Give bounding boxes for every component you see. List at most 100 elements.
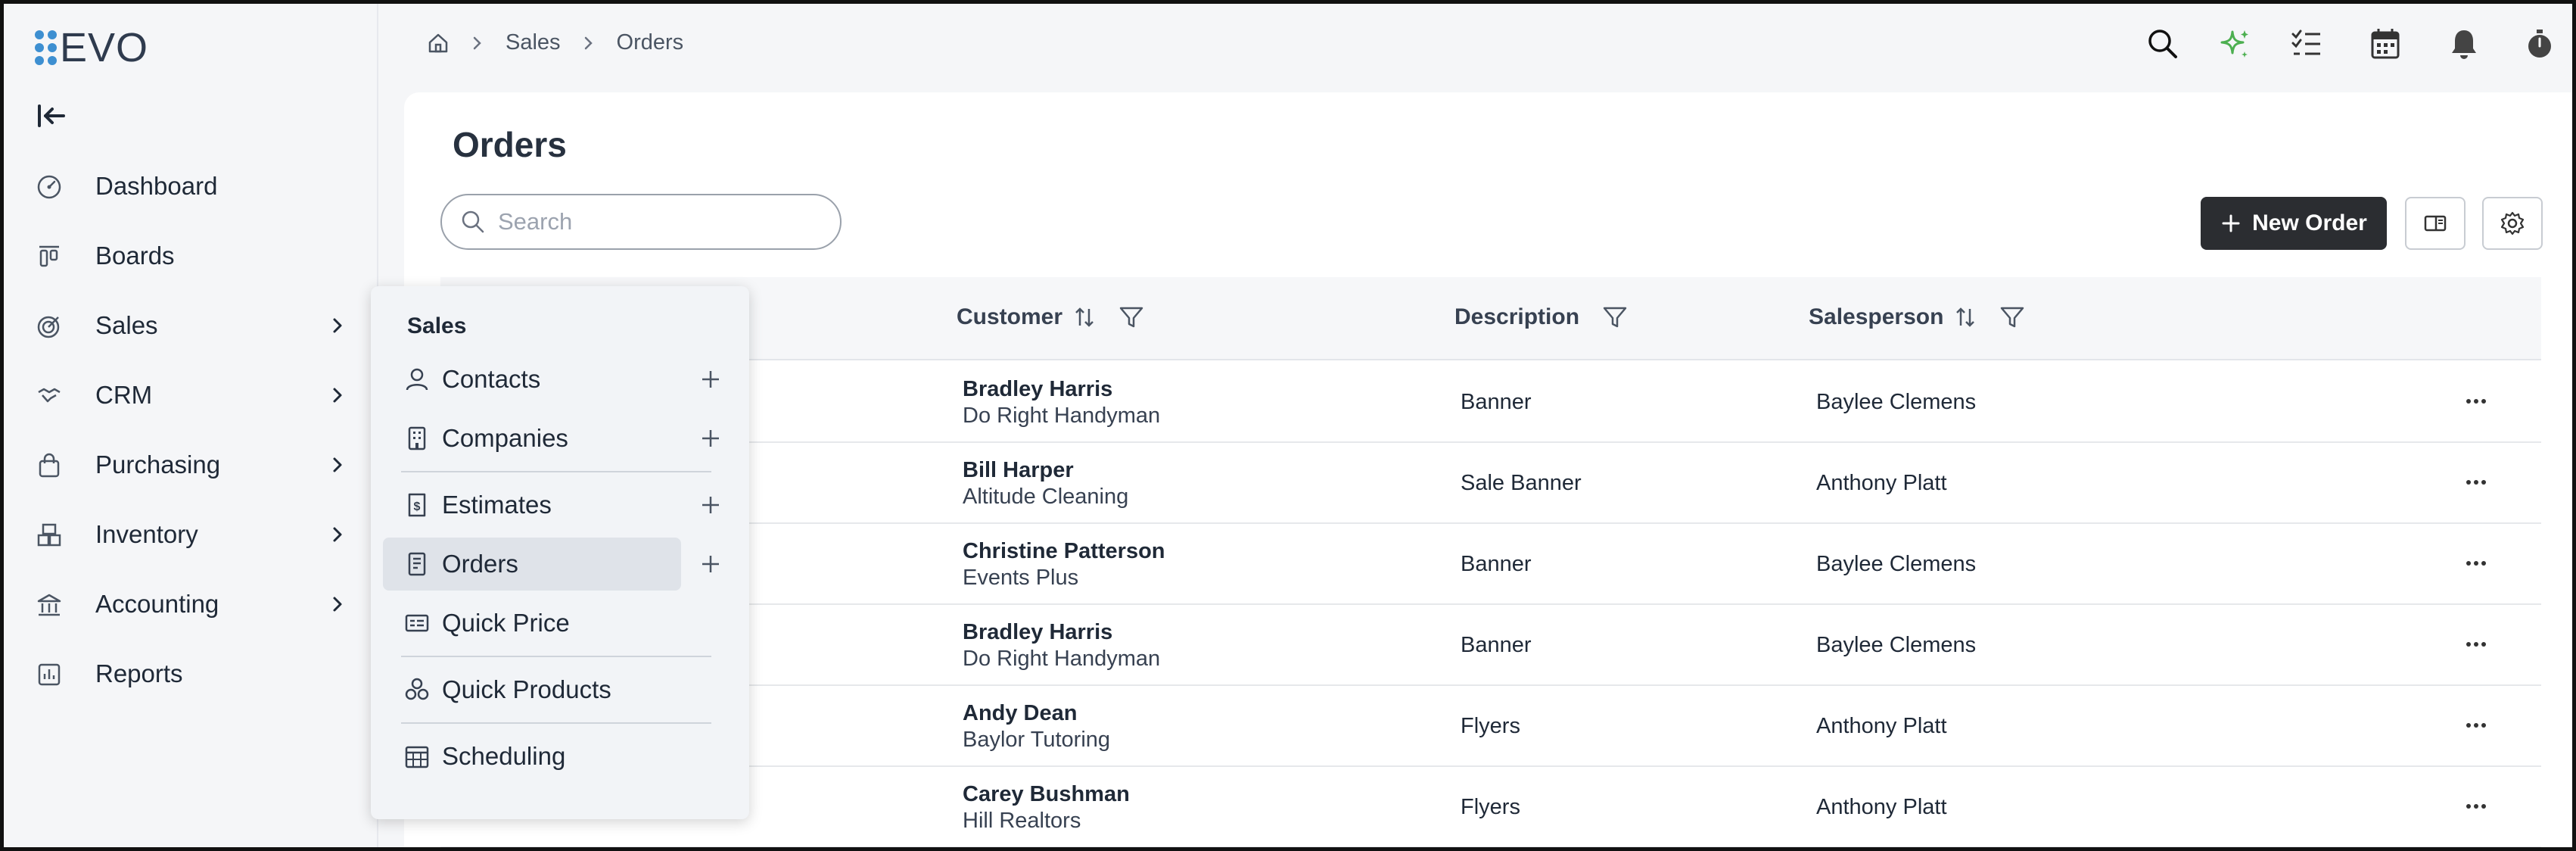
menu-item-quick-price[interactable]: Quick Price bbox=[383, 597, 681, 650]
sidebar-nav: Dashboard Boards Sales CRM Purchasing In… bbox=[0, 151, 378, 709]
salesperson: Baylee Clemens bbox=[1816, 552, 1977, 576]
filter-icon[interactable] bbox=[1118, 305, 1144, 329]
chevron-right-icon bbox=[333, 318, 342, 333]
more-options-icon[interactable] bbox=[2461, 797, 2491, 815]
table-row[interactable]: Carey Bushman Hill Realtors Flyers Antho… bbox=[440, 767, 2541, 848]
menu-item-estimates[interactable]: $ Estimates bbox=[383, 478, 681, 531]
new-order-label: New Order bbox=[2252, 210, 2367, 235]
table-row[interactable]: Bradley Harris Do Right Handyman Banner … bbox=[440, 605, 2541, 686]
filter-icon[interactable] bbox=[1999, 305, 2025, 329]
table-row[interactable]: Andy Dean Baylor Tutoring Flyers Anthony… bbox=[440, 686, 2541, 767]
chevron-right-icon bbox=[584, 36, 593, 49]
sidebar-item-boards[interactable]: Boards bbox=[0, 221, 378, 291]
more-options-icon[interactable] bbox=[2461, 554, 2491, 572]
bank-icon bbox=[37, 594, 61, 616]
sidebar-item-accounting[interactable]: Accounting bbox=[0, 569, 378, 639]
side-panel-icon bbox=[2424, 215, 2447, 232]
menu-item-orders[interactable]: Orders bbox=[383, 538, 681, 591]
app-logo[interactable]: EVO bbox=[35, 27, 148, 68]
column-description[interactable]: Description bbox=[1454, 304, 1628, 330]
salesperson: Anthony Platt bbox=[1816, 714, 1947, 738]
chevron-right-icon bbox=[333, 597, 342, 612]
search-box[interactable] bbox=[440, 194, 842, 250]
flyout-title: Sales bbox=[407, 313, 467, 338]
more-options-icon[interactable] bbox=[2461, 392, 2491, 410]
sort-icon[interactable] bbox=[1954, 306, 1977, 329]
menu-item-contacts[interactable]: Contacts bbox=[383, 353, 681, 406]
home-icon[interactable] bbox=[427, 32, 450, 55]
menu-item-label: Quick Products bbox=[442, 675, 611, 703]
sidebar: EVO Dashboard Boards Sales CRM Purchasin… bbox=[0, 0, 378, 851]
column-salesperson[interactable]: Salesperson bbox=[1809, 304, 2025, 330]
sidebar-item-label: Dashboard bbox=[95, 172, 218, 200]
sales-flyout-menu: Sales Contacts Companies $ Estimates Ord… bbox=[371, 286, 749, 819]
salesperson: Anthony Platt bbox=[1816, 795, 1947, 819]
products-icon bbox=[405, 678, 429, 700]
target-icon bbox=[37, 316, 60, 338]
collapse-sidebar-icon[interactable] bbox=[36, 103, 67, 129]
plus-icon bbox=[2222, 214, 2240, 232]
column-label: Description bbox=[1454, 304, 1580, 329]
menu-item-label: Scheduling bbox=[442, 742, 566, 770]
customer-company: Do Right Handyman bbox=[963, 647, 1161, 671]
building-icon bbox=[408, 426, 426, 450]
table-row[interactable]: Bradley Harris Do Right Handyman Banner … bbox=[440, 362, 2541, 443]
svg-text:$: $ bbox=[414, 500, 421, 513]
sidebar-item-purchasing[interactable]: Purchasing bbox=[0, 430, 378, 500]
sidebar-item-crm[interactable]: CRM bbox=[0, 360, 378, 430]
settings-button[interactable] bbox=[2482, 197, 2543, 250]
customer-company: Baylor Tutoring bbox=[963, 728, 1111, 752]
search-icon[interactable] bbox=[2146, 27, 2179, 61]
more-options-icon[interactable] bbox=[2461, 635, 2491, 653]
top-bar: Sales Orders bbox=[378, 0, 2576, 91]
customer-name: Bradley Harris bbox=[963, 620, 1113, 644]
order-icon bbox=[408, 552, 426, 576]
filter-icon[interactable] bbox=[1602, 305, 1628, 329]
menu-item-label: Orders bbox=[442, 550, 518, 578]
sort-icon[interactable] bbox=[1073, 306, 1096, 329]
chart-icon bbox=[38, 663, 61, 686]
menu-divider bbox=[401, 471, 711, 472]
add-estimate-icon[interactable] bbox=[698, 492, 723, 518]
breadcrumb-sales[interactable]: Sales bbox=[506, 30, 561, 55]
new-order-button[interactable]: New Order bbox=[2201, 197, 2387, 250]
breadcrumb-orders: Orders bbox=[616, 30, 684, 55]
boards-icon bbox=[39, 245, 59, 267]
sidebar-item-dashboard[interactable]: Dashboard bbox=[0, 151, 378, 221]
timer-icon[interactable] bbox=[2525, 27, 2555, 61]
column-customer[interactable]: Customer bbox=[957, 304, 1144, 330]
chevron-right-icon bbox=[473, 36, 481, 49]
menu-item-scheduling[interactable]: Scheduling bbox=[383, 730, 681, 783]
more-options-icon[interactable] bbox=[2461, 716, 2491, 734]
sidebar-item-sales[interactable]: Sales bbox=[0, 291, 378, 360]
person-icon bbox=[406, 368, 428, 391]
ai-sparkle-icon[interactable] bbox=[2217, 27, 2252, 62]
menu-item-label: Quick Price bbox=[442, 609, 570, 637]
page-title: Orders bbox=[453, 125, 567, 164]
toggle-panel-button[interactable] bbox=[2405, 197, 2466, 250]
menu-item-quick-products[interactable]: Quick Products bbox=[383, 663, 681, 716]
menu-item-companies[interactable]: Companies bbox=[383, 412, 681, 465]
sidebar-item-label: CRM bbox=[95, 381, 153, 409]
salesperson: Anthony Platt bbox=[1816, 471, 1947, 495]
add-company-icon[interactable] bbox=[698, 426, 723, 451]
add-order-icon[interactable] bbox=[698, 551, 723, 577]
order-description: Banner bbox=[1461, 552, 1532, 576]
salesperson: Baylee Clemens bbox=[1816, 390, 1977, 414]
search-input[interactable] bbox=[496, 207, 814, 236]
menu-divider bbox=[401, 656, 711, 657]
sidebar-item-label: Accounting bbox=[95, 590, 219, 618]
calendar-icon[interactable] bbox=[2370, 27, 2400, 61]
table-row[interactable]: Christine Patterson Events Plus Banner B… bbox=[440, 524, 2541, 605]
add-contact-icon[interactable] bbox=[698, 366, 723, 392]
table-row[interactable]: Bill Harper Altitude Cleaning Sale Banne… bbox=[440, 443, 2541, 524]
order-description: Flyers bbox=[1461, 795, 1520, 819]
breadcrumb: Sales Orders bbox=[427, 30, 683, 55]
more-options-icon[interactable] bbox=[2461, 473, 2491, 491]
sidebar-item-reports[interactable]: Reports bbox=[0, 639, 378, 709]
sidebar-item-inventory[interactable]: Inventory bbox=[0, 500, 378, 569]
chevron-right-icon bbox=[333, 388, 342, 403]
bell-icon[interactable] bbox=[2449, 27, 2479, 61]
menu-divider bbox=[401, 722, 711, 724]
tasks-checklist-icon[interactable] bbox=[2290, 27, 2323, 61]
